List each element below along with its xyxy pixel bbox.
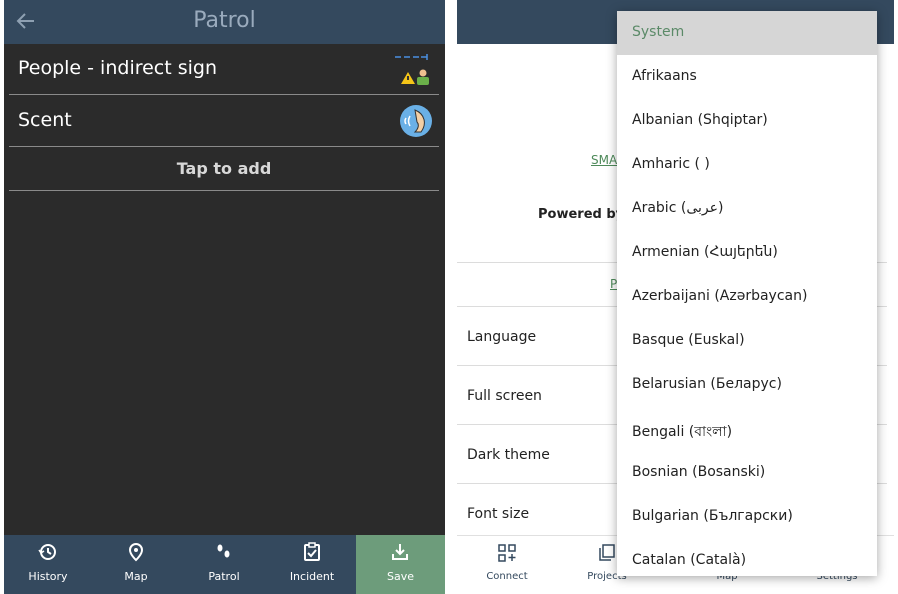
- language-option[interactable]: Belarusian (Беларус): [617, 363, 877, 407]
- language-option[interactable]: Bosnian (Bosanski): [617, 451, 877, 495]
- tap-to-add-label: Tap to add: [176, 159, 272, 178]
- list-item-label: People - indirect sign: [18, 57, 218, 79]
- setting-fullscreen-label: Full screen: [467, 388, 542, 404]
- nav-map[interactable]: Map: [92, 535, 180, 594]
- bottom-navigation: History Map Patrol Incident Save: [4, 535, 445, 594]
- language-option[interactable]: Bengali (বাংলা): [617, 407, 877, 451]
- nav-save[interactable]: Save: [356, 535, 445, 594]
- about-link[interactable]: SMA: [591, 153, 617, 167]
- option-label: Armenian (Հայերեն): [632, 244, 778, 260]
- setting-dark-theme-label: Dark theme: [467, 447, 550, 463]
- list-item-label: Scent: [18, 109, 72, 131]
- footprints-icon: [217, 544, 230, 558]
- option-label: System: [632, 24, 685, 40]
- language-option-system[interactable]: System: [617, 11, 877, 55]
- page-title: Patrol: [193, 8, 256, 33]
- people-warning-icon: [393, 52, 433, 86]
- language-option[interactable]: Bulgarian (Български): [617, 495, 877, 539]
- map-pin-icon: [128, 542, 144, 562]
- nav-history[interactable]: History: [4, 535, 92, 594]
- nav-label: Patrol: [208, 570, 240, 583]
- option-label: Afrikaans: [632, 68, 697, 84]
- option-label: Basque (Euskal): [632, 332, 745, 348]
- list-item[interactable]: People - indirect sign: [9, 44, 439, 95]
- nav-label: Incident: [289, 570, 335, 583]
- language-option[interactable]: Albanian (Shqiptar): [617, 99, 877, 143]
- nav-label: History: [28, 570, 68, 583]
- language-option[interactable]: Afrikaans: [617, 55, 877, 99]
- language-option[interactable]: Catalan (Català): [617, 539, 877, 576]
- language-option[interactable]: Arabic (عربى): [617, 187, 877, 231]
- nav-label: Map: [124, 570, 148, 583]
- option-label: Bulgarian (Български): [632, 508, 793, 524]
- settings-screen: SMA Powered by P Language Full screen Da…: [457, 0, 894, 594]
- nav-connect[interactable]: Connect: [467, 536, 547, 594]
- option-label: Azerbaijani (Azərbaycan): [632, 288, 808, 304]
- option-label: Bengali (বাংলা): [632, 424, 733, 440]
- option-label: Arabic (عربى): [632, 200, 724, 216]
- nav-incident[interactable]: Incident: [268, 535, 356, 594]
- language-option[interactable]: Azerbaijani (Azərbaycan): [617, 275, 877, 319]
- setting-language-label: Language: [467, 329, 537, 345]
- option-label: Amharic ( ): [632, 156, 710, 172]
- setting-font-size-label: Font size: [467, 506, 530, 522]
- nav-label: Connect: [486, 571, 528, 582]
- nav-patrol[interactable]: Patrol: [180, 535, 268, 594]
- qr-add-icon: [498, 544, 516, 562]
- history-icon: [38, 544, 56, 560]
- language-dropdown-menu[interactable]: System Afrikaans Albanian (Shqiptar) Amh…: [617, 11, 877, 576]
- list-item[interactable]: Scent: [9, 96, 439, 147]
- top-app-bar: Patrol: [4, 0, 445, 44]
- tap-to-add-button[interactable]: Tap to add: [9, 147, 439, 191]
- nav-label: Save: [386, 570, 414, 583]
- scent-nose-icon: [399, 104, 433, 138]
- option-label: Bosnian (Bosanski): [632, 464, 766, 480]
- language-option[interactable]: Amharic ( ): [617, 143, 877, 187]
- language-option[interactable]: Armenian (Հայերեն): [617, 231, 877, 275]
- language-option[interactable]: Basque (Euskal): [617, 319, 877, 363]
- projects-icon: [599, 544, 615, 561]
- clipboard-check-icon: [304, 542, 320, 561]
- option-label: Belarusian (Беларус): [632, 376, 782, 392]
- option-label: Catalan (Català): [632, 552, 747, 568]
- download-icon: [392, 544, 408, 560]
- option-label: Albanian (Shqiptar): [632, 112, 768, 128]
- patrol-screen: Patrol People - indirect sign Scent Tap …: [4, 0, 445, 594]
- powered-by-text: Powered by: [538, 207, 625, 222]
